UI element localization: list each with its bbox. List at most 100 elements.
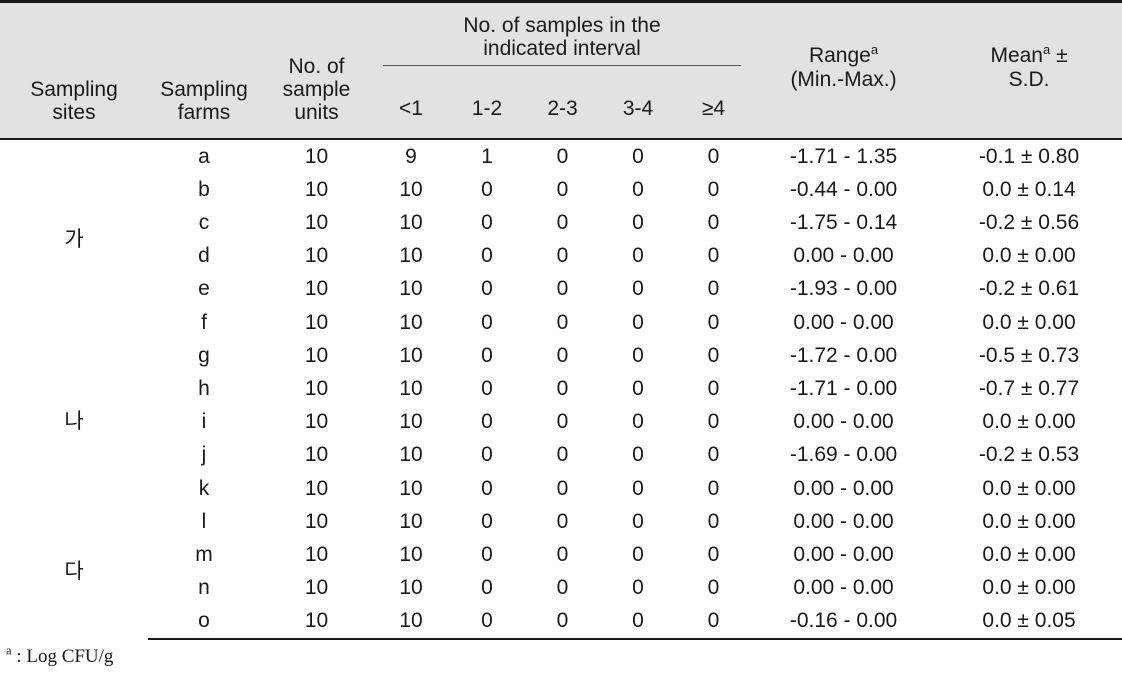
cell-range: -1.71 - 1.35 [789,144,898,168]
cell-sampling-farm: c [198,210,210,234]
header-interval-lt1: <1 [399,96,423,120]
header-mean: Meana ± S.D. [936,1,1122,139]
cell-interval-3-4: 0 [600,604,676,640]
cell-mean: -0.2 ± 0.56 [978,210,1080,234]
cell-interval-3-4: 0 [632,244,644,268]
cell-interval-1-2: 0 [481,410,493,434]
table-row: i 10 10 0 0 0 0 0.00 - 0.00 0.0 ± 0.00 [0,405,1122,438]
table-row: n 10 10 0 0 0 0 0.00 - 0.00 0.0 ± 0.00 [0,571,1122,604]
cell-range: -0.16 - 0.00 [751,604,937,640]
cell-sample-units: 10 [304,244,329,268]
table-row: b 10 10 0 0 0 0 -0.44 - 0.00 0.0 ± 0.14 [0,173,1122,206]
cell-range: 0.00 - 0.00 [793,576,894,600]
cell-interval-2-3: 0 [556,310,569,334]
cell-interval-1-2: 0 [481,376,493,400]
cell-sample-units: 10 [304,210,329,234]
cell-interval-1-2: 0 [481,509,493,533]
cell-interval-2-3: 0 [556,509,569,533]
cell-interval-2-3: 0 [556,542,569,566]
table-row: m 10 10 0 0 0 0 0.00 - 0.00 0.0 ± 0.00 [0,538,1122,571]
cell-interval-2-3: 0 [556,476,569,500]
cell-sampling-site: 가 [64,227,84,251]
cell-interval-3-4: 0 [632,376,644,400]
cell-sample-units: 10 [304,576,329,600]
cell-interval-lt1: 10 [399,576,423,600]
cell-range: -1.69 - 0.00 [789,443,898,467]
cell-mean: 0.0 ± 0.00 [982,410,1076,434]
table-row: o 10 10 0 0 0 0 -0.16 - 0.00 0.0 ± 0.05 [0,604,1122,640]
cell-mean: 0.0 ± 0.00 [982,576,1076,600]
header-mean-superscript: a [1042,42,1051,58]
cell-interval-lt1: 10 [399,310,423,334]
cell-sampling-farm: k [198,476,210,500]
cell-interval-1-2: 0 [481,476,493,500]
cell-interval-1-2: 0 [481,277,493,301]
cell-interval-lt1: 10 [399,376,423,400]
cell-interval-ge4: 0 [707,343,720,367]
cell-interval-ge4: 0 [707,576,720,600]
cell-interval-ge4: 0 [676,604,752,640]
cell-interval-lt1: 10 [399,277,423,301]
cell-interval-lt1: 10 [399,542,423,566]
cell-interval-3-4: 0 [632,509,644,533]
cell-interval-1-2: 0 [481,177,493,201]
cell-mean: 0.0 ± 0.14 [982,177,1076,201]
results-table: Sampling sites Sampling farms No. of sam… [0,0,1122,640]
cell-sampling-farm: m [195,542,213,566]
cell-range: 0.00 - 0.00 [793,244,894,268]
cell-interval-1-2: 0 [481,542,493,566]
cell-sample-units: 10 [260,604,373,640]
cell-sample-units: 10 [304,476,329,500]
table-row: d 10 10 0 0 0 0 0.00 - 0.00 0.0 ± 0.00 [0,239,1122,272]
table-row: 나 g 10 10 0 0 0 0 -1.72 - 0.00 -0.5 ± 0.73 [0,339,1122,433]
cell-interval-2-3: 0 [556,277,569,301]
cell-sample-units: 10 [304,443,329,467]
header-interval-ge4: ≥4 [701,96,726,120]
table-footnote: a : Log CFU/g [0,640,1122,669]
table-body: 가 a 10 9 1 0 0 0 -1.71 - 1.35 -0.1 ± 0.80 b 10 10 0 0 0… [0,139,1122,640]
cell-interval-3-4: 0 [632,410,644,434]
cell-mean: 0.0 ± 0.00 [982,509,1076,533]
cell-sample-units: 10 [304,509,329,533]
cell-interval-ge4: 0 [707,177,720,201]
header-sampling-sites: Sampling sites [0,1,148,139]
cell-interval-3-4: 0 [632,443,644,467]
cell-sampling-farm: l [201,509,207,533]
header-range-line1: Rangea [808,43,878,68]
cell-mean: 0.0 ± 0.00 [982,310,1076,334]
cell-mean: -0.7 ± 0.77 [978,376,1080,400]
header-sampling-farms: Sampling farms [148,1,260,139]
header-interval-group: No. of samples in the indicated interval… [373,1,752,139]
cell-interval-1-2: 0 [481,576,493,600]
cell-interval-2-3: 0 [556,210,569,234]
cell-sample-units: 10 [304,410,329,434]
footnote-text: : Log CFU/g [11,645,114,667]
cell-sampling-farm: n [198,576,210,600]
cell-sample-units: 10 [304,144,329,168]
cell-interval-1-2: 0 [481,244,493,268]
cell-interval-3-4: 0 [632,210,644,234]
cell-range: -1.72 - 0.00 [789,343,898,367]
table-row: e 10 10 0 0 0 0 -1.93 - 0.00 -0.2 ± 0.61 [0,272,1122,305]
cell-mean: 0.0 ± 0.05 [936,604,1122,640]
cell-interval-lt1: 10 [373,604,449,640]
header-sample-units-label: No. of sample units [282,55,351,125]
header-sample-units: No. of sample units [260,1,373,139]
cell-interval-lt1: 10 [399,476,423,500]
cell-interval-3-4: 0 [632,144,644,168]
cell-interval-3-4: 0 [632,542,644,566]
table-row: c 10 10 0 0 0 0 -1.75 - 0.14 -0.2 ± 0.56 [0,206,1122,239]
cell-range: -1.75 - 0.14 [789,210,898,234]
cell-interval-3-4: 0 [632,277,644,301]
cell-sampling-farm: h [198,376,210,400]
table-row: 가 a 10 9 1 0 0 0 -1.71 - 1.35 -0.1 ± 0.80 [0,139,1122,251]
cell-interval-ge4: 0 [707,310,720,334]
cell-interval-1-2: 0 [481,443,493,467]
cell-interval-lt1: 10 [399,343,423,367]
header-interval-3-4: 3-4 [622,96,654,120]
cell-interval-2-3: 0 [556,244,569,268]
cell-sampling-site: 나 [64,410,84,434]
header-interval-1-2: 1-2 [471,96,503,120]
header-range-label: Range [808,44,871,68]
cell-mean: 0.0 ± 0.00 [982,542,1076,566]
